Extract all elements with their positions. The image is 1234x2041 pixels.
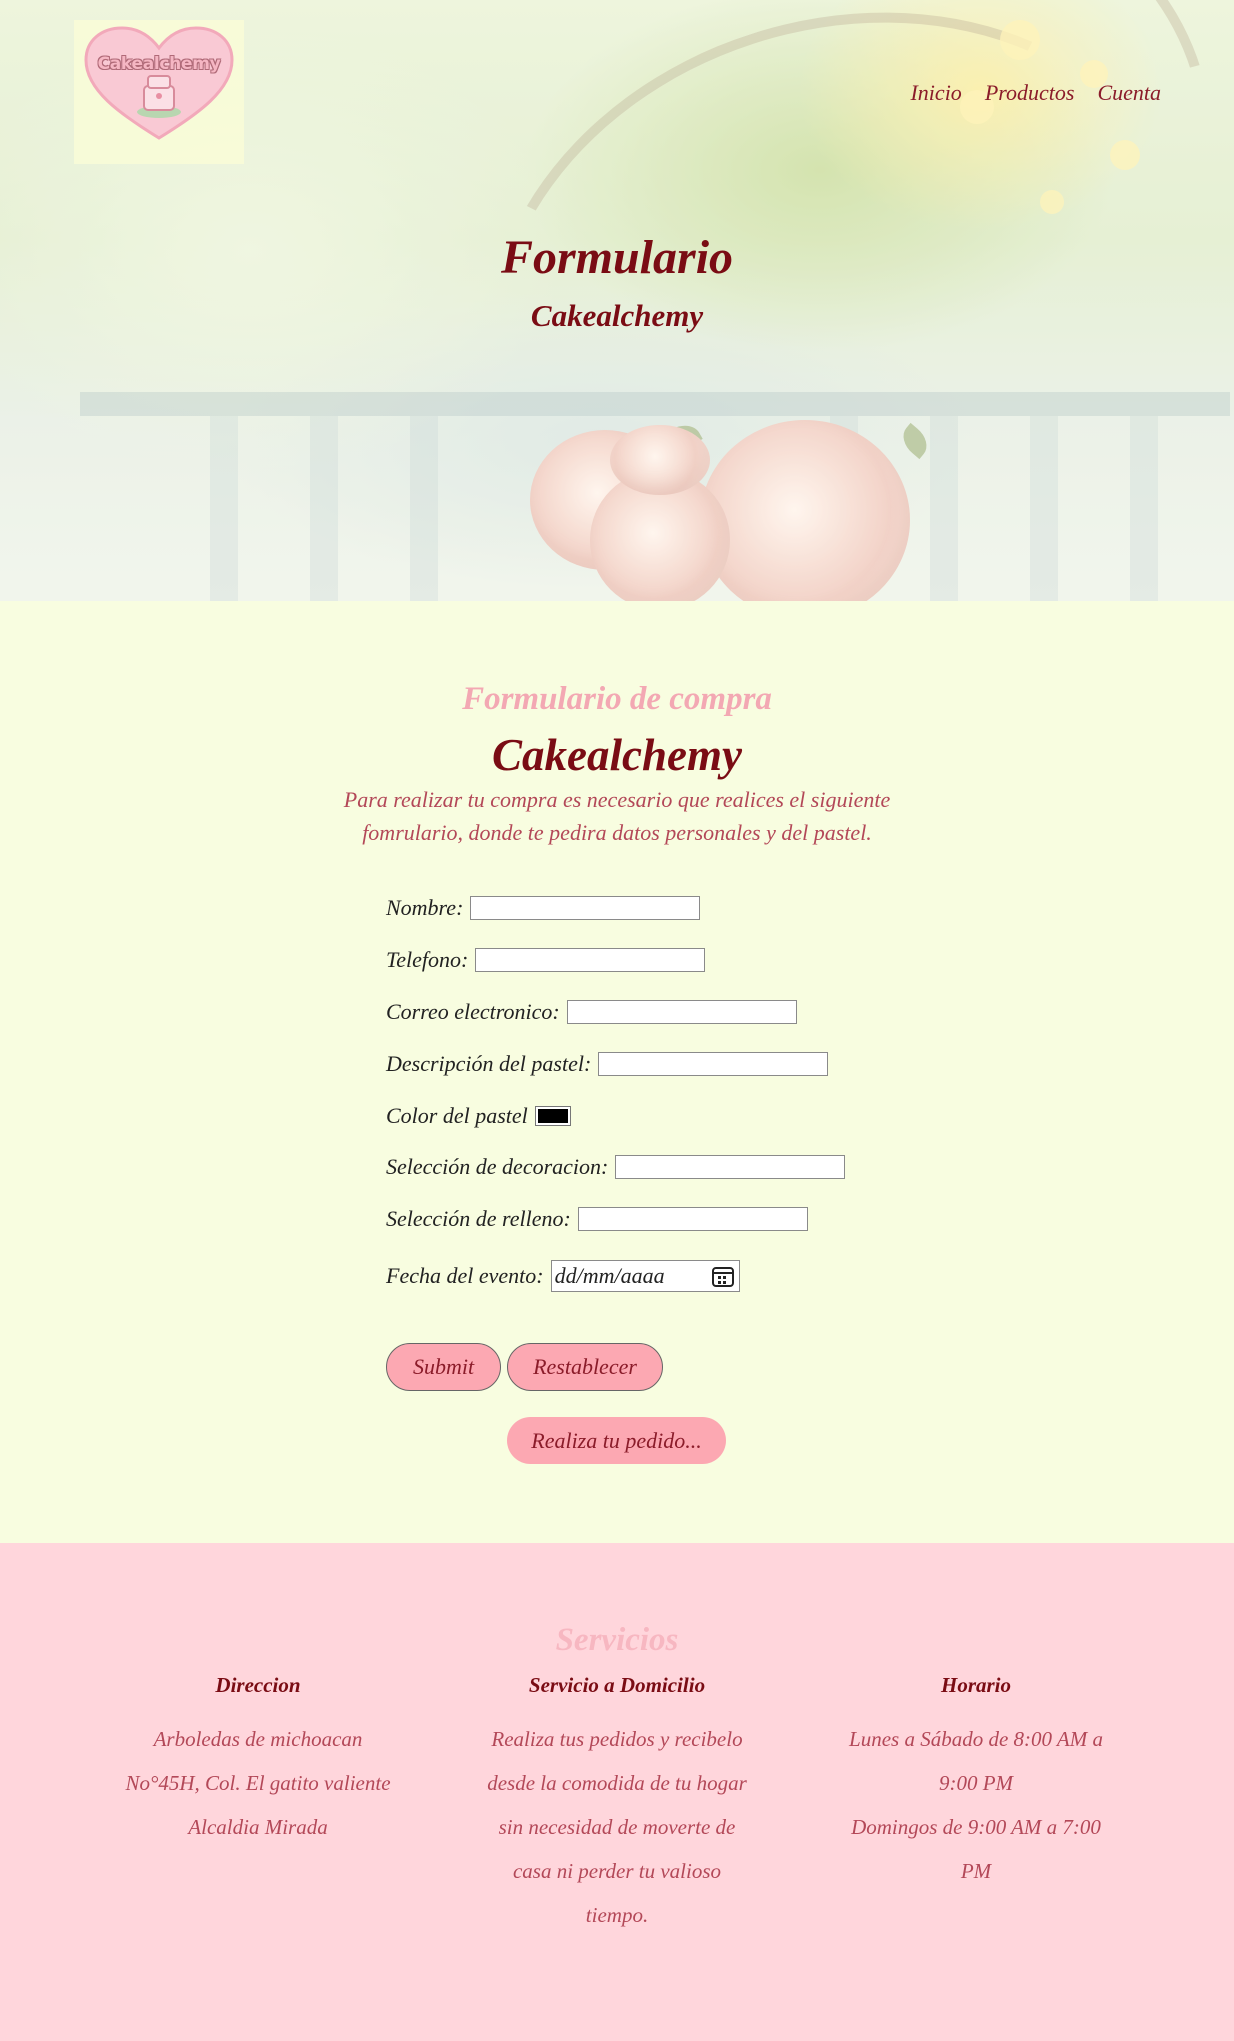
form-description: Para realizar tu compra es necesario que… (343, 787, 891, 845)
service-column-direccion: Direccion Arboledas de michoacan No°45H,… (108, 1671, 408, 1849)
color-swatch-fill (537, 1109, 568, 1123)
descripcion-label: Descripción del pastel: (386, 1051, 592, 1076)
color-label: Color del pastel (386, 1103, 528, 1128)
domicilio-line: casa ni perder tu valioso (512, 1859, 722, 1883)
field-descripcion: Descripción del pastel: (386, 1051, 829, 1077)
direccion-line: Arboledas de michoacan (153, 1727, 363, 1751)
fecha-date-input[interactable]: dd/mm/aaaa (550, 1260, 740, 1292)
domicilio-line: desde la comodida de tu hogar (487, 1771, 747, 1795)
horario-heading: Horario (940, 1673, 1011, 1697)
field-nombre: Nombre: (386, 895, 701, 921)
field-color: Color del pastel (386, 1103, 571, 1129)
service-column-horario: Horario Lunes a Sábado de 8:00 AM a 9:00… (826, 1671, 1126, 1893)
nav-cuenta[interactable]: Cuenta (1097, 80, 1161, 106)
horario-line: Domingos de 9:00 AM a 7:00 (851, 1815, 1101, 1839)
relleno-label: Selección de relleno: (386, 1206, 571, 1231)
field-fecha: Fecha del evento: dd/mm/aaaa (386, 1260, 740, 1292)
telefono-label: Telefono: (386, 947, 469, 972)
nombre-input[interactable] (470, 896, 701, 920)
services-footer: Servicios Direccion Arboledas de michoac… (0, 1543, 1234, 2041)
reset-button[interactable]: Restablecer (507, 1343, 663, 1391)
fecha-label: Fecha del evento: (386, 1263, 544, 1288)
telefono-input[interactable] (475, 948, 706, 972)
domicilio-line: tiempo. (585, 1903, 649, 1927)
domicilio-heading: Servicio a Domicilio (528, 1673, 706, 1697)
logo-text: Cakealchemy (97, 54, 221, 74)
horario-line: PM (960, 1859, 992, 1883)
logo[interactable]: Cakealchemy (74, 20, 244, 164)
services-title: Servicios (555, 1622, 679, 1658)
field-relleno: Selección de relleno: (386, 1206, 808, 1232)
field-telefono: Telefono: (386, 947, 706, 973)
direccion-heading: Direccion (215, 1673, 301, 1697)
domicilio-line: Realiza tus pedidos y recibelo (491, 1727, 743, 1751)
main-nav: Inicio Productos Cuenta (910, 80, 1161, 106)
page-title: Formulario (500, 231, 734, 284)
decoracion-input[interactable] (615, 1155, 846, 1179)
purchase-form-section: Formulario de compra Cakealchemy Para re… (0, 601, 1234, 1543)
direccion-line: Alcaldia Mirada (188, 1815, 328, 1839)
decoracion-label: Selección de decoracion: (386, 1154, 609, 1179)
horario-line: 9:00 PM (938, 1771, 1014, 1795)
nombre-label: Nombre: (386, 895, 464, 920)
relleno-input[interactable] (577, 1207, 808, 1231)
calendar-icon[interactable] (711, 1264, 735, 1288)
field-decoracion: Selección de decoracion: (386, 1154, 846, 1180)
form-title: Cakealchemy (492, 730, 742, 780)
domicilio-line: sin necesidad de moverte de (498, 1815, 736, 1839)
correo-label: Correo electronico: (386, 999, 560, 1024)
nav-inicio[interactable]: Inicio (910, 80, 961, 106)
descripcion-input[interactable] (598, 1052, 829, 1076)
hero-banner: Cakealchemy Inicio Productos Cuenta Form… (0, 0, 1234, 601)
nav-productos[interactable]: Productos (985, 80, 1075, 106)
horario-line: Lunes a Sábado de 8:00 AM a (849, 1727, 1103, 1751)
submit-button[interactable]: Submit (386, 1343, 501, 1391)
date-placeholder: dd/mm/aaaa (554, 1263, 665, 1288)
color-picker[interactable] (534, 1106, 571, 1126)
order-button[interactable]: Realiza tu pedido... (507, 1417, 726, 1464)
correo-input[interactable] (566, 1000, 797, 1024)
direccion-line: No°45H, Col. El gatito valiente (125, 1771, 391, 1795)
page-subtitle: Cakealchemy (530, 298, 704, 333)
service-column-domicilio: Servicio a Domicilio Realiza tus pedidos… (467, 1671, 767, 1937)
heart-logo-icon (84, 26, 234, 140)
field-correo: Correo electronico: (386, 999, 797, 1025)
form-eyebrow: Formulario de compra (462, 681, 772, 717)
